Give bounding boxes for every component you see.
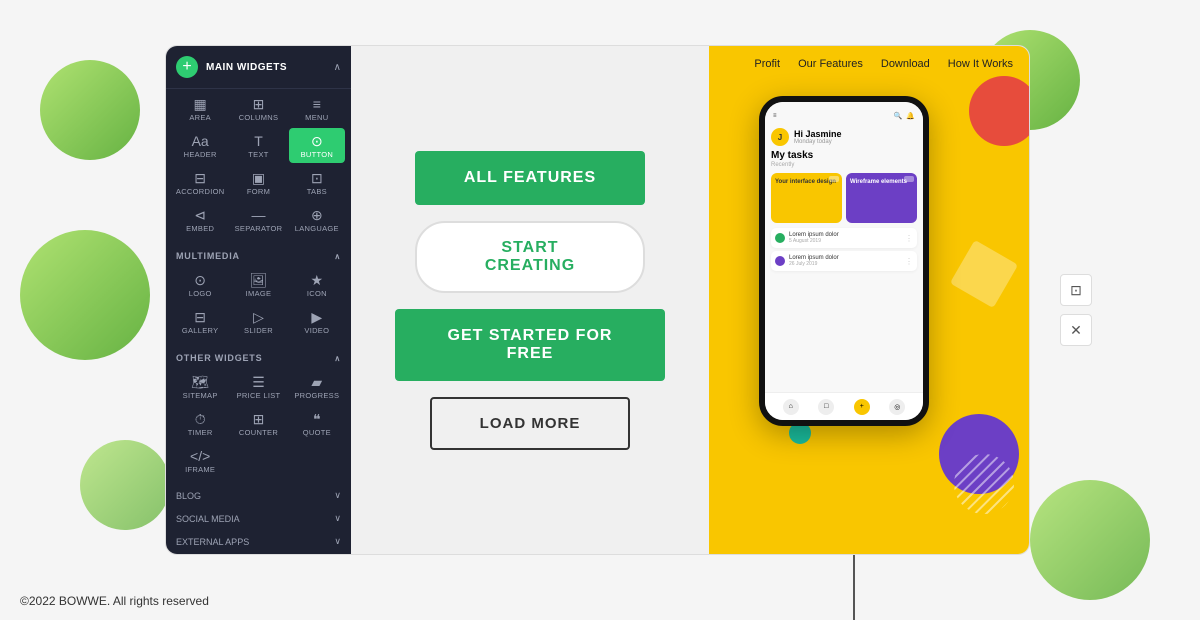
widget-language[interactable]: ⊕LANGUAGE bbox=[289, 202, 345, 237]
widget-button[interactable]: ⊙BUTTON bbox=[289, 128, 345, 163]
preview-coral-circle bbox=[969, 76, 1029, 146]
widget-image[interactable]: 🖼IMAGE bbox=[230, 267, 286, 302]
widget-progress[interactable]: ▰PROGRESS bbox=[289, 369, 345, 404]
v-line-bottom bbox=[853, 555, 855, 620]
nav-download[interactable]: Download bbox=[881, 58, 930, 70]
widget-pricelist[interactable]: ☰PRICE LIST bbox=[230, 369, 286, 404]
start-creating-button[interactable]: START CREATING bbox=[415, 221, 645, 293]
phone-home-icon: ⌂ bbox=[783, 399, 799, 415]
widget-video[interactable]: ▶VIDEO bbox=[289, 304, 345, 339]
widget-columns[interactable]: ⊞COLUMNS bbox=[230, 91, 286, 126]
widget-gallery[interactable]: ⊟GALLERY bbox=[172, 304, 228, 339]
phone-avatar: J bbox=[771, 128, 789, 146]
blob-top-left bbox=[40, 60, 140, 160]
external-apps-section[interactable]: EXTERNAL APPS ∨ bbox=[166, 530, 351, 553]
add-widget-button[interactable]: + bbox=[176, 56, 198, 78]
copy-icon: ⊡ bbox=[1070, 282, 1082, 299]
phone-top-bar: ≡ 🔍 🔔 bbox=[771, 108, 917, 124]
nav-profit[interactable]: Profit bbox=[754, 58, 780, 70]
multimedia-widgets-grid: ⊙LOGO 🖼IMAGE ★ICON ⊟GALLERY ▷SLIDER ▶VID… bbox=[166, 265, 351, 345]
widget-menu[interactable]: ≡MENU bbox=[289, 91, 345, 126]
stripe-pattern bbox=[954, 454, 1014, 514]
phone-bottom-bar: ⌂ □ + ◎ bbox=[765, 392, 923, 420]
phone-add-icon: + bbox=[854, 399, 870, 415]
phone-cards: Your interface design Wireframe elements bbox=[771, 173, 917, 223]
widget-tabs[interactable]: ⊡TABS bbox=[289, 165, 345, 200]
widget-timer[interactable]: ⏱TIMER bbox=[172, 406, 228, 441]
phone-hi-text: Hi Jasmine bbox=[794, 129, 842, 139]
preview-stripe-shape bbox=[950, 240, 1018, 308]
other-widgets-section-title[interactable]: OTHER WIDGETS ∧ bbox=[166, 345, 351, 367]
widget-counter[interactable]: ⊞COUNTER bbox=[230, 406, 286, 441]
phone-recently: Recently bbox=[771, 162, 917, 168]
phone-greeting: J Hi Jasmine Monday today bbox=[771, 128, 917, 146]
phone-search-icon: □ bbox=[818, 399, 834, 415]
phone-screen: ≡ 🔍 🔔 J Hi Jasmine Monday today My tasks… bbox=[765, 102, 923, 392]
social-media-section[interactable]: SOCIAL MEDIA ∨ bbox=[166, 507, 351, 530]
close-button[interactable]: ✕ bbox=[1060, 314, 1092, 346]
phone-card-2: Wireframe elements bbox=[846, 173, 917, 223]
nav-features[interactable]: Our Features bbox=[798, 58, 863, 70]
main-widgets-title: MAIN WIDGETS bbox=[198, 62, 334, 73]
widget-separator[interactable]: —SEPARATOR bbox=[230, 202, 286, 237]
multimedia-section-title[interactable]: MULTIMEDIA ∧ bbox=[166, 243, 351, 265]
widget-accordion[interactable]: ⊟ACCORDION bbox=[172, 165, 228, 200]
side-toolbar: ⊡ ✕ bbox=[1060, 274, 1092, 346]
other-widgets-grid: 🗺SITEMAP ☰PRICE LIST ▰PROGRESS ⏱TIMER ⊞C… bbox=[166, 367, 351, 484]
blob-mid-left bbox=[20, 230, 150, 360]
sidebar: + MAIN WIDGETS ∧ ▦AREA ⊞COLUMNS ≡MENU Aa… bbox=[166, 46, 351, 554]
preview-nav: Profit Our Features Download How It Work… bbox=[709, 46, 1029, 82]
close-icon: ✕ bbox=[1070, 322, 1082, 339]
main-widgets-grid: ▦AREA ⊞COLUMNS ≡MENU AaHEADER TTEXT ⊙BUT… bbox=[166, 89, 351, 243]
main-widgets-collapse[interactable]: ∧ bbox=[334, 62, 341, 73]
blob-bottom-right bbox=[1030, 480, 1150, 600]
phone-mockup: ≡ 🔍 🔔 J Hi Jasmine Monday today My tasks… bbox=[759, 96, 929, 426]
phone-bell-icon: ◎ bbox=[889, 399, 905, 415]
blob-bottom-left bbox=[80, 440, 170, 530]
widget-logo[interactable]: ⊙LOGO bbox=[172, 267, 228, 302]
preview-panel: Profit Our Features Download How It Work… bbox=[709, 46, 1029, 554]
nav-how-it-works[interactable]: How It Works bbox=[948, 58, 1013, 70]
phone-card-1: Your interface design bbox=[771, 173, 842, 223]
widget-embed[interactable]: ⊲EMBED bbox=[172, 202, 228, 237]
widget-sitemap[interactable]: 🗺SITEMAP bbox=[172, 369, 228, 404]
load-more-button[interactable]: LOAD MORE bbox=[430, 397, 630, 450]
footer: ©2022 BOWWE. All rights reserved bbox=[20, 594, 209, 608]
phone-sub-text: Monday today bbox=[794, 139, 842, 145]
widget-header[interactable]: AaHEADER bbox=[172, 128, 228, 163]
widget-form[interactable]: ▣FORM bbox=[230, 165, 286, 200]
sidebar-header: + MAIN WIDGETS ∧ bbox=[166, 46, 351, 89]
phone-list-item-2: Lorem ipsum dolor 26 July 2019 ⋮ bbox=[771, 251, 917, 271]
canvas-area: ALL FEATURES START CREATING GET STARTED … bbox=[351, 46, 709, 554]
copy-button[interactable]: ⊡ bbox=[1060, 274, 1092, 306]
widget-quote[interactable]: ❝QUOTE bbox=[289, 406, 345, 441]
get-started-button[interactable]: GET STARTED FOR FREE bbox=[395, 309, 665, 381]
widget-iframe[interactable]: </>IFRAME bbox=[172, 443, 228, 478]
widget-text[interactable]: TTEXT bbox=[230, 128, 286, 163]
browser-frame: + MAIN WIDGETS ∧ ▦AREA ⊞COLUMNS ≡MENU Aa… bbox=[165, 45, 1030, 555]
widget-icon[interactable]: ★ICON bbox=[289, 267, 345, 302]
phone-my-tasks: My tasks bbox=[771, 150, 917, 161]
widget-area[interactable]: ▦AREA bbox=[172, 91, 228, 126]
all-features-button[interactable]: ALL FEATURES bbox=[415, 151, 645, 205]
widget-slider[interactable]: ▷SLIDER bbox=[230, 304, 286, 339]
blog-section[interactable]: BLOG ∨ bbox=[166, 484, 351, 507]
phone-list-item-1: Lorem ipsum dolor 5 August 2019 ⋮ bbox=[771, 228, 917, 248]
